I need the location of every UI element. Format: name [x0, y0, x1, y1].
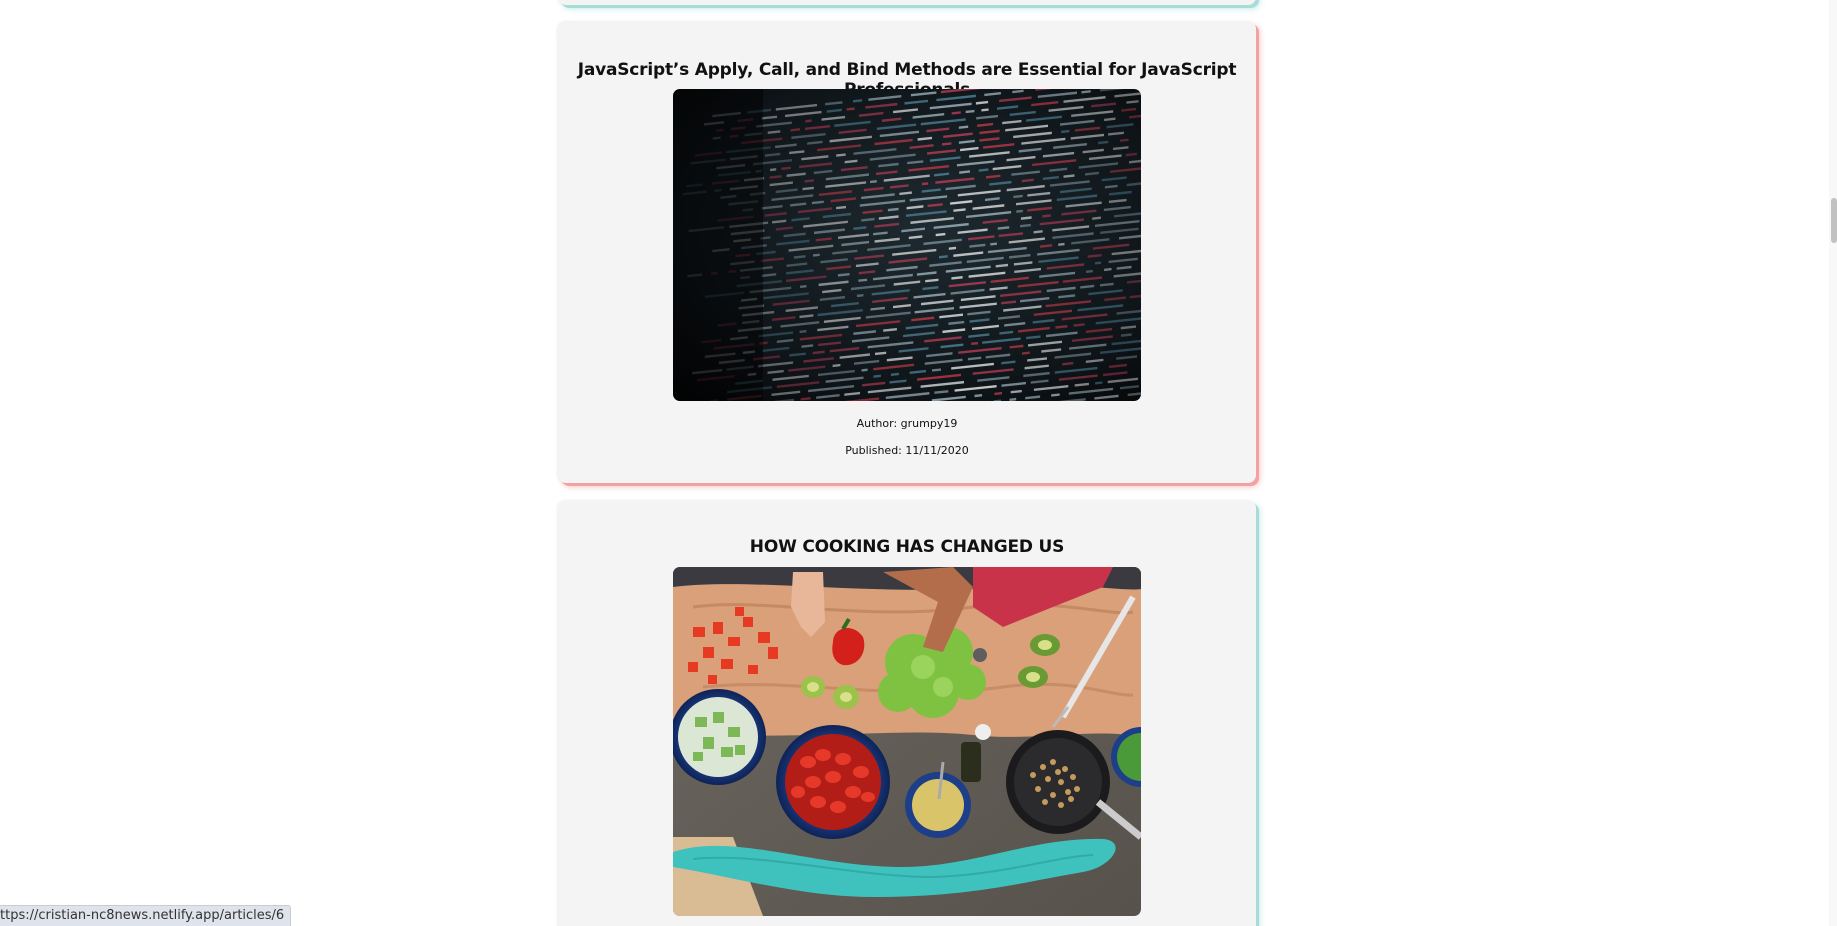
article-card[interactable]: HOW COOKING HAS CHANGED US	[558, 500, 1256, 926]
article-card[interactable]: JavaScript’s Apply, Call, and Bind Metho…	[558, 21, 1256, 483]
status-bar-url: ttps://cristian-nc8news.netlify.app/arti…	[0, 905, 292, 926]
article-title[interactable]: HOW COOKING HAS CHANGED US	[558, 537, 1256, 557]
vertical-scrollbar[interactable]	[1829, 0, 1837, 926]
article-image-cooking[interactable]	[673, 567, 1141, 916]
article-card-previous[interactable]	[558, 0, 1256, 5]
article-image-code[interactable]	[673, 89, 1141, 401]
cooking-table-image	[673, 567, 1141, 916]
scrollbar-thumb[interactable]	[1831, 198, 1837, 243]
article-author: Author: grumpy19	[856, 417, 958, 430]
page-viewport: JavaScript’s Apply, Call, and Bind Metho…	[0, 0, 1837, 926]
article-published-date: Published: 11/11/2020	[845, 444, 969, 457]
code-screen-image	[673, 89, 1141, 401]
